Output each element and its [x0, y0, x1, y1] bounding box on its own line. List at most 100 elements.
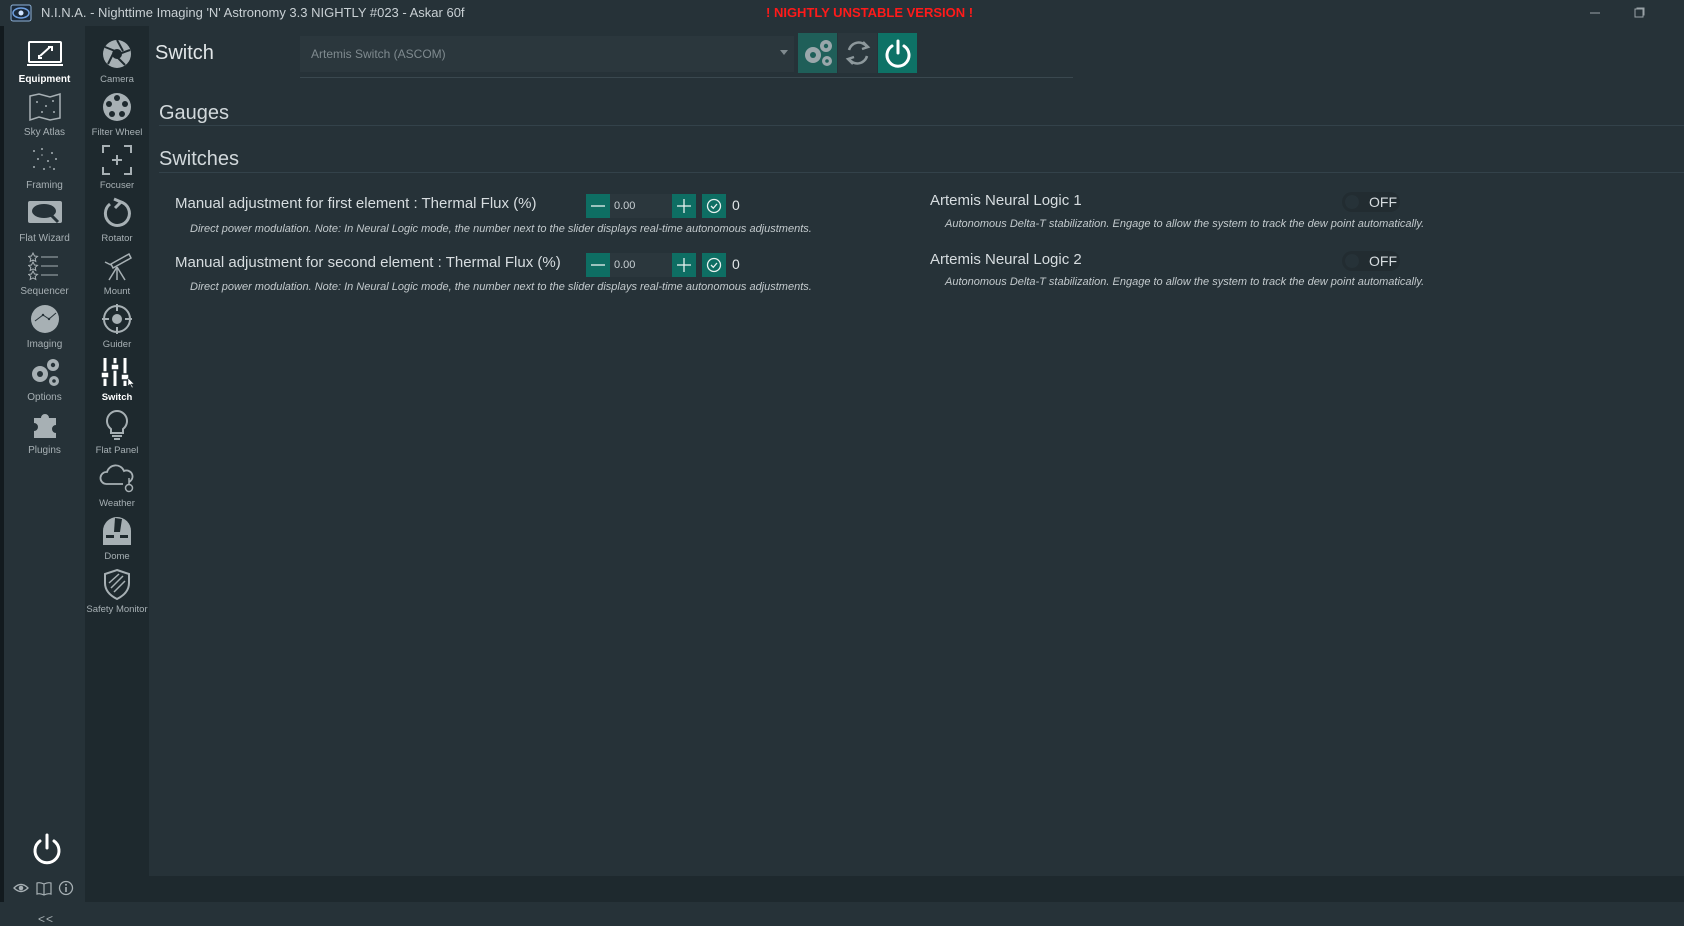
- check-circle-icon: [706, 257, 722, 273]
- camera-icon: [97, 36, 137, 72]
- collapse-sidebar-button[interactable]: <<: [38, 912, 54, 926]
- equipment-sub-sidebar: Camera Filter Wheel Focuser Rotator Moun…: [85, 26, 149, 876]
- device-settings-button[interactable]: [798, 33, 837, 73]
- toggle-knob: [1345, 195, 1359, 209]
- nav-label: Guider: [102, 339, 132, 350]
- main-sidebar: Equipment Sky Atlas Framing Flat Wizard …: [4, 26, 85, 926]
- sub-nav-dome[interactable]: Dome: [85, 513, 149, 569]
- neural-logic-2-toggle[interactable]: OFF: [1342, 251, 1400, 271]
- focuser-icon: [97, 142, 137, 178]
- toggle-switch-description: Autonomous Delta-T stabilization. Engage…: [945, 218, 1425, 230]
- gears-icon: [804, 40, 832, 66]
- toggle-switch-description: Autonomous Delta-T stabilization. Engage…: [945, 276, 1425, 288]
- current-value: 0: [732, 256, 740, 272]
- dome-icon: [97, 513, 137, 549]
- plus-icon: [677, 258, 691, 272]
- sub-nav-flat-panel[interactable]: Flat Panel: [85, 407, 149, 463]
- info-icon[interactable]: [58, 880, 74, 896]
- flat-wizard-icon: [25, 195, 65, 231]
- nav-label: Safety Monitor: [86, 604, 148, 615]
- nav-label: Weather: [99, 498, 135, 509]
- minus-icon: [591, 264, 605, 266]
- thermal-flux-input[interactable]: [610, 194, 672, 218]
- weather-icon: [97, 460, 137, 496]
- nav-label: Sky Atlas: [23, 127, 66, 138]
- neural-logic-1-toggle[interactable]: OFF: [1342, 192, 1400, 212]
- plugins-icon: [25, 407, 65, 443]
- apply-value-button[interactable]: [702, 194, 726, 218]
- safety-monitor-icon: [97, 566, 137, 602]
- nav-imaging[interactable]: Imaging: [4, 301, 85, 357]
- switch-icon: [97, 354, 137, 390]
- switch-panel: Switch Artemis Switch (ASCOM) Gauges Swi…: [149, 26, 1684, 876]
- nav-label: Flat Panel: [95, 445, 139, 456]
- maximize-button[interactable]: [1616, 0, 1662, 26]
- nav-label: Flat Wizard: [19, 233, 70, 244]
- flat-panel-icon: [97, 407, 137, 443]
- guider-icon: [97, 301, 137, 337]
- increase-button[interactable]: [672, 253, 696, 277]
- writable-switch-description: Direct power modulation. Note: In Neural…: [190, 281, 812, 293]
- window-title: N.I.N.A. - Nighttime Imaging 'N' Astrono…: [41, 5, 465, 20]
- nav-options[interactable]: Options: [4, 354, 85, 410]
- writable-switch-description: Direct power modulation. Note: In Neural…: [190, 223, 812, 235]
- refresh-devices-button[interactable]: [838, 33, 877, 73]
- nav-flat-wizard[interactable]: Flat Wizard: [4, 195, 85, 251]
- rotator-icon: [97, 195, 137, 231]
- filter-wheel-icon: [97, 89, 137, 125]
- nightly-warning-text: ! NIGHTLY UNSTABLE VERSION !: [766, 5, 974, 20]
- refresh-icon: [845, 41, 870, 65]
- sub-nav-weather[interactable]: Weather: [85, 460, 149, 516]
- plus-icon: [677, 199, 691, 213]
- nav-label: Equipment: [18, 74, 71, 85]
- sub-nav-camera[interactable]: Camera: [85, 36, 149, 92]
- sub-nav-filter-wheel[interactable]: Filter Wheel: [85, 89, 149, 145]
- connect-button[interactable]: [878, 33, 917, 73]
- minimize-icon: [1590, 12, 1600, 14]
- nav-label: Switch: [101, 392, 133, 403]
- sub-nav-focuser[interactable]: Focuser: [85, 142, 149, 198]
- page-title: Switch: [155, 42, 214, 64]
- sky-atlas-icon: [25, 89, 65, 125]
- nav-label: Focuser: [99, 180, 135, 191]
- sub-nav-switch[interactable]: Switch: [85, 354, 149, 410]
- nav-label: Options: [27, 392, 62, 403]
- nav-framing[interactable]: Framing: [4, 142, 85, 198]
- chevron-down-icon: [780, 50, 788, 55]
- section-divider: [159, 172, 1684, 173]
- nav-sequencer[interactable]: Sequencer: [4, 248, 85, 304]
- toolbar-divider: [300, 77, 1073, 78]
- increase-button[interactable]: [672, 194, 696, 218]
- sub-nav-mount[interactable]: Mount: [85, 248, 149, 304]
- sub-nav-guider[interactable]: Guider: [85, 301, 149, 357]
- section-divider: [159, 125, 1684, 126]
- thermal-flux-input[interactable]: [610, 253, 672, 277]
- nav-sky-atlas[interactable]: Sky Atlas: [4, 89, 85, 145]
- imaging-icon: [25, 301, 65, 337]
- sub-nav-safety-monitor[interactable]: Safety Monitor: [85, 566, 149, 622]
- equipment-icon: [25, 36, 65, 72]
- decrease-button[interactable]: [586, 194, 610, 218]
- minimize-button[interactable]: [1572, 0, 1618, 26]
- nav-label: Filter Wheel: [91, 127, 143, 138]
- toggle-knob: [1345, 254, 1359, 268]
- toggle-switch-label: Artemis Neural Logic 1: [930, 192, 1082, 209]
- writable-switch-label: Manual adjustment for first element : Th…: [175, 195, 537, 212]
- decrease-button[interactable]: [586, 253, 610, 277]
- options-icon: [25, 354, 65, 390]
- nav-label: Dome: [104, 551, 130, 562]
- book-icon[interactable]: [36, 880, 52, 896]
- nav-equipment[interactable]: Equipment: [4, 36, 85, 92]
- nav-label: Framing: [26, 180, 63, 191]
- toggle-state: OFF: [1369, 253, 1397, 269]
- toggle-state: OFF: [1369, 194, 1397, 210]
- device-selector-dropdown[interactable]: Artemis Switch (ASCOM): [300, 36, 794, 72]
- nav-label: Rotator: [101, 233, 133, 244]
- eye-icon[interactable]: [13, 880, 29, 896]
- nav-plugins[interactable]: Plugins: [4, 407, 85, 463]
- shutdown-icon[interactable]: [30, 832, 64, 866]
- sub-nav-rotator[interactable]: Rotator: [85, 195, 149, 251]
- apply-value-button[interactable]: [702, 253, 726, 277]
- title-bar: N.I.N.A. - Nighttime Imaging 'N' Astrono…: [0, 0, 1684, 26]
- nina-logo-icon: [10, 4, 32, 22]
